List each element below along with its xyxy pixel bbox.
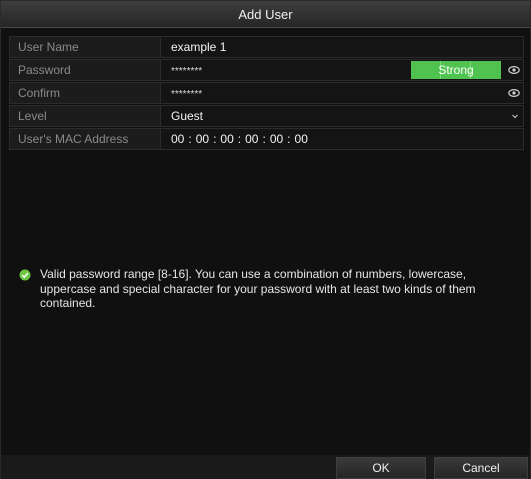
confirm-label: Confirm xyxy=(9,82,161,104)
user-form: User Name example 1 Password ******** St… xyxy=(9,36,524,151)
ok-button[interactable]: OK xyxy=(336,457,426,479)
mac-row: User's MAC Address 00 : 00 : 00 : 00 : 0… xyxy=(9,128,524,150)
user-name-value: example 1 xyxy=(171,40,227,54)
password-input[interactable]: ******** Strong xyxy=(161,59,524,81)
dialog-title: Add User xyxy=(238,6,293,22)
password-strength-meter: Strong xyxy=(411,61,501,79)
level-row: Level Guest xyxy=(9,105,524,127)
password-row: Password ******** Strong xyxy=(9,59,524,81)
mac-separator: : xyxy=(213,132,217,146)
mac-address-input[interactable]: 00 : 00 : 00 : 00 : 00 : 00 xyxy=(161,128,524,150)
level-label: Level xyxy=(9,105,161,127)
check-circle-icon xyxy=(19,269,31,281)
chevron-down-icon xyxy=(512,114,518,119)
password-strength-label: Strong xyxy=(438,63,474,77)
show-password-eye-icon[interactable] xyxy=(508,64,520,76)
user-name-input[interactable]: example 1 xyxy=(161,36,524,58)
password-hint: Valid password range [8-16]. You can use… xyxy=(19,267,489,311)
mac-separator: : xyxy=(188,132,192,146)
mac-separator: : xyxy=(262,132,266,146)
level-value: Guest xyxy=(171,109,204,123)
user-name-row: User Name example 1 xyxy=(9,36,524,58)
mac-octet-1[interactable]: 00 xyxy=(171,129,184,149)
password-hint-text: Valid password range [8-16]. You can use… xyxy=(40,267,476,310)
user-name-label: User Name xyxy=(9,36,161,58)
add-user-dialog: Add User User Name example 1 Password **… xyxy=(0,0,531,479)
mac-octet-5[interactable]: 00 xyxy=(270,129,283,149)
level-select[interactable]: Guest xyxy=(161,105,524,127)
show-confirm-eye-icon[interactable] xyxy=(508,87,520,99)
confirm-row: Confirm ******** xyxy=(9,82,524,104)
mac-separator: : xyxy=(287,132,291,146)
confirm-masked-value: ******** xyxy=(171,89,203,100)
mac-octet-2[interactable]: 00 xyxy=(196,129,209,149)
mac-separator: : xyxy=(237,132,242,146)
confirm-password-input[interactable]: ******** xyxy=(161,82,524,104)
mac-octet-6[interactable]: 00 xyxy=(295,129,308,149)
mac-octet-4[interactable]: 00 xyxy=(245,129,258,149)
mac-octet-3[interactable]: 00 xyxy=(220,129,233,149)
cancel-button[interactable]: Cancel xyxy=(434,457,528,479)
mac-label: User's MAC Address xyxy=(9,128,161,150)
password-masked-value: ******** xyxy=(171,66,203,77)
password-label: Password xyxy=(9,59,161,81)
dialog-titlebar: Add User xyxy=(1,1,530,28)
